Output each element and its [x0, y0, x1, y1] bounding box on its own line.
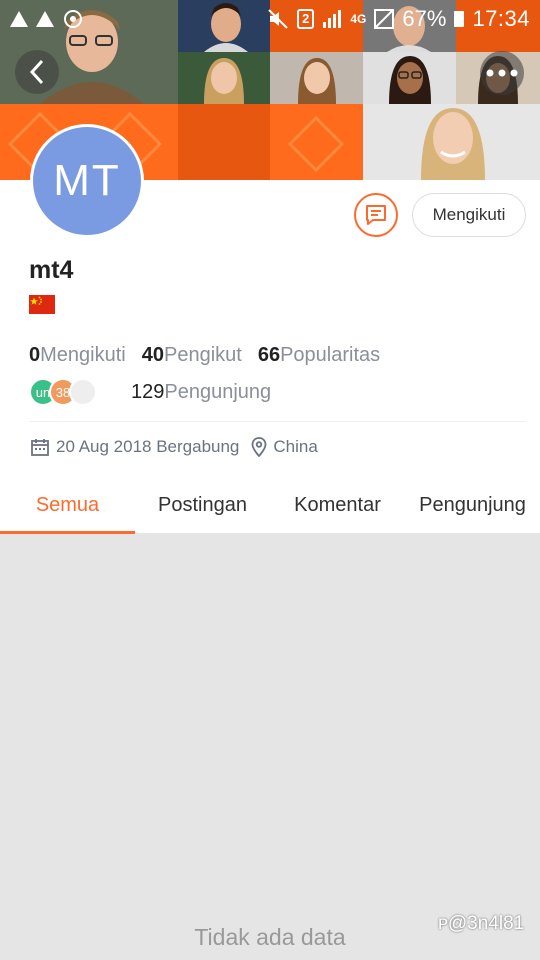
cover-photo-woman-5	[363, 104, 540, 180]
signal-empty-icon	[374, 9, 395, 29]
profile-tabs: Semua Postingan Komentar Pengunjung	[0, 484, 540, 534]
warning-icon	[10, 11, 28, 27]
signal-icon	[322, 10, 342, 28]
message-button[interactable]	[354, 193, 398, 237]
network-type: 4G	[350, 12, 367, 26]
visitors-row[interactable]: un 38 129 Pengunjung	[29, 378, 271, 406]
chevron-left-icon	[29, 59, 44, 85]
content-area	[0, 534, 540, 960]
follow-button[interactable]: Mengikuti	[412, 193, 526, 237]
visitor-label: Pengunjung	[164, 380, 272, 403]
chat-icon	[366, 205, 386, 225]
followers-count[interactable]: 40	[142, 344, 164, 367]
location-pin-icon	[251, 437, 267, 457]
popularity-count: 66	[257, 344, 281, 366]
visitor-count: 129	[131, 380, 165, 403]
sim-indicator: 2	[297, 9, 315, 29]
china-flag-icon	[29, 295, 55, 314]
tab-all[interactable]: Semua	[0, 484, 135, 534]
camera-app-icon	[62, 8, 84, 30]
following-label[interactable]: Mengikuti	[40, 344, 126, 367]
status-bar: 2 4G 67% 17:34	[0, 0, 540, 38]
profile-stats: 0 Mengikuti 40 Pengikut 66 Popularitas	[29, 344, 396, 367]
warning-icon	[36, 11, 54, 27]
cover-photo-woman-3	[363, 52, 456, 104]
profile-avatar: MT	[30, 124, 144, 238]
username: mt4	[29, 256, 74, 284]
location: China	[273, 437, 318, 456]
followers-label[interactable]: Pengikut	[164, 344, 242, 367]
profile-screen: 2 4G 67% 17:34 MT Mengikuti mt4 0 Mengik…	[0, 0, 540, 960]
popularity-label: Popularitas	[280, 344, 381, 366]
mute-icon	[267, 8, 289, 30]
profile-meta: 20 Aug 2018 Bergabung China	[30, 437, 318, 457]
more-options-button[interactable]	[480, 51, 524, 95]
following-count[interactable]: 0	[29, 344, 40, 367]
clock: 17:34	[472, 6, 530, 31]
battery-percent: 67%	[402, 6, 447, 31]
divider	[29, 421, 525, 422]
visitor-avatar	[69, 378, 97, 406]
watermark: ᴩ@3n4l81	[438, 913, 525, 934]
calendar-icon	[30, 437, 50, 457]
cover-photo-woman-2	[270, 52, 363, 104]
cover-photo-woman	[178, 52, 270, 104]
tab-comments[interactable]: Komentar	[270, 484, 405, 533]
tab-visitors[interactable]: Pengunjung	[405, 484, 540, 533]
battery-icon	[454, 11, 465, 27]
tab-posts[interactable]: Postingan	[135, 484, 270, 533]
join-date: 20 Aug 2018 Bergabung	[56, 437, 240, 456]
back-button[interactable]	[15, 50, 59, 94]
more-dots-icon	[486, 69, 518, 77]
